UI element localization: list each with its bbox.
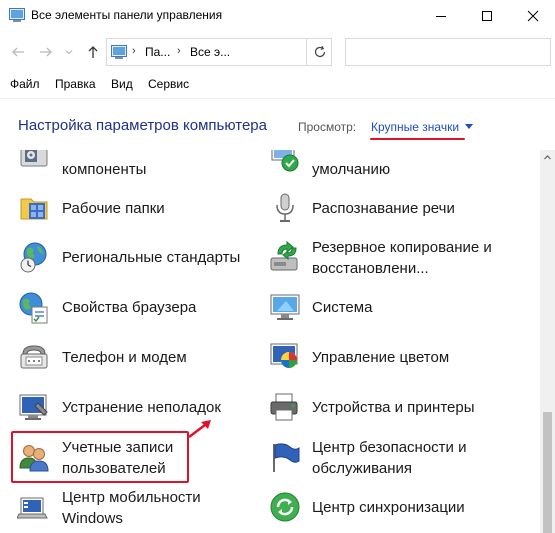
item-label: Телефон и модем (62, 349, 187, 366)
programs-icon (20, 150, 48, 167)
forward-button[interactable] (37, 43, 55, 61)
recent-locations-button[interactable] (60, 43, 78, 61)
item-label: Распознавание речи (312, 200, 455, 217)
item-label: Управление цветом (312, 349, 450, 366)
control-panel-icon (111, 45, 127, 59)
item-label: восстановлени... (312, 260, 429, 277)
arrow-right-icon (40, 47, 52, 57)
backup-restore-icon (270, 240, 298, 271)
scroll-thumb[interactable] (543, 412, 552, 533)
breadcrumb-separator: › (132, 45, 136, 57)
sync-center-icon (270, 492, 300, 522)
item-label: Региональные стандарты (62, 249, 241, 266)
default-programs-icon (271, 150, 299, 172)
annotation-highlight-box (11, 431, 189, 483)
breadcrumb-separator: › (177, 45, 181, 57)
address-bar[interactable]: › Па... › Все э... (106, 38, 398, 66)
chevron-up-icon (544, 155, 551, 160)
item-label: обслуживания (312, 460, 413, 477)
minimize-icon (436, 16, 446, 17)
up-button[interactable] (84, 43, 102, 61)
item-label: Устройства и принтеры (312, 399, 475, 416)
devices-printers-icon (270, 393, 298, 421)
color-management-icon (270, 343, 298, 368)
maximize-icon (482, 11, 492, 21)
dropdown-arrow-icon[interactable] (465, 124, 473, 129)
refresh-button[interactable] (306, 38, 332, 66)
mobility-center-icon (17, 497, 48, 519)
vertical-scrollbar[interactable] (540, 150, 555, 533)
internet-options-icon (19, 292, 48, 324)
security-maintenance-icon (273, 443, 300, 472)
item-label: Свойства браузера (62, 299, 197, 316)
item-label: Резервное копирование и (312, 239, 492, 256)
maximize-button[interactable] (464, 0, 510, 32)
menu-tools[interactable]: Сервис (148, 77, 189, 91)
back-button[interactable] (9, 43, 27, 61)
breadcrumb-item[interactable]: Все э... (190, 45, 230, 59)
item-label: Центр синхронизации (312, 499, 465, 516)
chevron-down-icon (65, 50, 73, 55)
title-bar: Все элементы панели управления (0, 0, 555, 32)
arrow-left-icon (12, 47, 24, 57)
search-input[interactable] (345, 38, 551, 66)
item-label: Рабочие папки (62, 200, 165, 217)
close-icon (527, 10, 539, 22)
arrow-up-icon (88, 46, 98, 58)
divider (0, 98, 555, 99)
view-label: Просмотр: (298, 120, 357, 134)
control-panel-icon (9, 8, 25, 22)
annotation-arrow-icon (188, 420, 211, 438)
menu-view[interactable]: Вид (111, 77, 133, 91)
phone-modem-icon (20, 345, 48, 369)
scroll-up-button[interactable] (540, 150, 555, 165)
speech-recognition-icon (276, 193, 294, 222)
menu-edit[interactable]: Правка (55, 77, 96, 91)
annotation-underline (370, 138, 465, 140)
close-button[interactable] (510, 0, 555, 32)
navigation-bar: › Па... › Все э... (0, 36, 555, 68)
work-folders-icon (20, 198, 48, 220)
item-label: умолчанию (312, 161, 391, 178)
view-mode-dropdown[interactable]: Крупные значки (371, 120, 459, 134)
item-label: компоненты (62, 161, 147, 178)
item-label: Устранение неполадок (62, 399, 221, 416)
item-label: Windows (62, 510, 123, 527)
page-title: Настройка параметров компьютера (18, 117, 267, 134)
item-label: Система (312, 299, 373, 316)
window-title: Все элементы панели управления (31, 8, 223, 22)
region-icon (20, 242, 47, 273)
troubleshooting-icon (19, 394, 48, 420)
item-label: Центр безопасности и (312, 439, 467, 456)
minimize-button[interactable] (418, 0, 464, 32)
system-icon (270, 294, 300, 320)
breadcrumb-item[interactable]: Па... (145, 45, 170, 59)
menu-bar: Файл Правка Вид Сервис (0, 74, 555, 94)
menu-file[interactable]: Файл (10, 77, 40, 91)
refresh-icon (314, 45, 325, 58)
item-label: Центр мобильности (62, 489, 201, 506)
